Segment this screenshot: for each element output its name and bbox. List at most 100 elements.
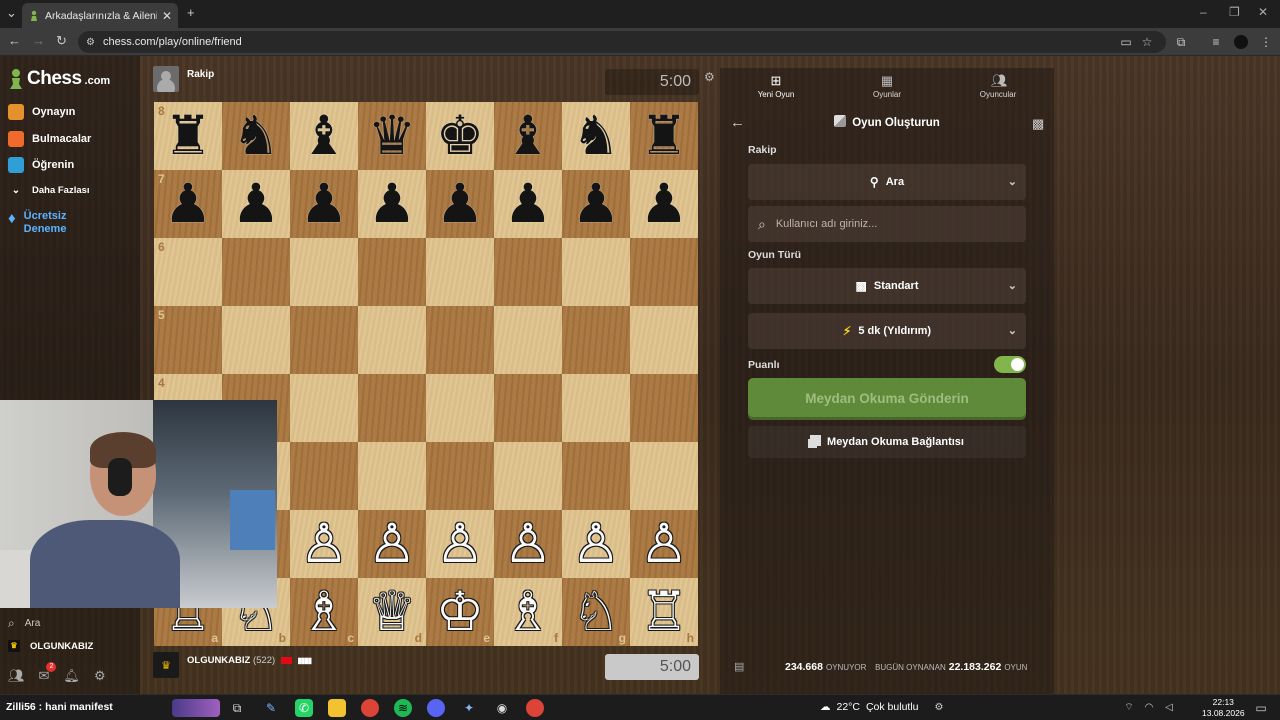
board-square-f3[interactable] [494, 442, 562, 510]
sidebar-item-learn[interactable]: Öğrenin [8, 157, 74, 173]
settings-gear-icon[interactable]: ⚙ [94, 668, 106, 684]
close-tab-icon[interactable]: ✕ [162, 9, 172, 23]
taskbar-clock[interactable]: 22:13 13.08.2026 [1202, 697, 1245, 719]
board-square-b6[interactable] [222, 238, 290, 306]
spotify-icon[interactable]: ≋ [394, 699, 412, 717]
black-knight-piece[interactable]: ♞ [232, 109, 280, 163]
white-king-piece[interactable]: ♔ [436, 585, 484, 639]
board-square-f8[interactable]: ♝ [494, 102, 562, 170]
board-square-e8[interactable]: ♚ [426, 102, 494, 170]
board-square-b7[interactable]: ♟ [222, 170, 290, 238]
challenge-link-button[interactable]: Meydan Okuma Bağlantısı [748, 426, 1026, 458]
white-pawn-piece[interactable]: ♙ [436, 517, 484, 571]
board-square-b5[interactable] [222, 306, 290, 374]
media-control-icon[interactable]: ≡ [1209, 35, 1223, 49]
white-rook-piece[interactable]: ♖ [640, 585, 688, 639]
board-square-e2[interactable]: ♙ [426, 510, 494, 578]
board-settings-gear-icon[interactable]: ⚙ [704, 70, 715, 84]
board-square-a7[interactable]: 7 ♟ [154, 170, 222, 238]
board-square-d3[interactable] [358, 442, 426, 510]
board-square-d2[interactable]: ♙ [358, 510, 426, 578]
black-bishop-piece[interactable]: ♝ [300, 109, 348, 163]
network-icon[interactable]: ⌔ [1120, 699, 1138, 717]
board-square-c7[interactable]: ♟ [290, 170, 358, 238]
black-king-piece[interactable]: ♚ [436, 109, 484, 163]
board-square-h1[interactable]: h ♖ [630, 578, 698, 646]
white-bishop-piece[interactable]: ♗ [504, 585, 552, 639]
board-square-g2[interactable]: ♙ [562, 510, 630, 578]
url-field[interactable]: ⚙ chess.com/play/online/friend [78, 31, 1166, 53]
board-square-e6[interactable] [426, 238, 494, 306]
bookmark-star-icon[interactable]: ☆ [1140, 35, 1154, 49]
board-square-c6[interactable] [290, 238, 358, 306]
board-view-icon[interactable]: ▩ [1032, 116, 1044, 132]
white-queen-piece[interactable]: ♕ [368, 585, 416, 639]
tray-icons[interactable]: ⚙ [930, 699, 948, 717]
chess-logo[interactable]: Chess .com [8, 68, 110, 90]
sidebar-item-more[interactable]: ⌄ Daha Fazlası [8, 185, 90, 196]
board-square-e4[interactable] [426, 374, 494, 442]
wifi-icon[interactable]: ◠ [1140, 699, 1158, 717]
board-square-e7[interactable]: ♟ [426, 170, 494, 238]
board-square-g5[interactable] [562, 306, 630, 374]
whatsapp-icon[interactable]: ✆ [295, 699, 313, 717]
profile-avatar-icon[interactable] [1234, 35, 1248, 49]
time-control-dropdown[interactable]: ⚡︎ 5 dk (Yıldırım) ⌄ [748, 313, 1026, 349]
widget-thumbnail-icon[interactable] [172, 699, 220, 717]
board-square-h3[interactable] [630, 442, 698, 510]
board-square-g8[interactable]: ♞ [562, 102, 630, 170]
app-icon[interactable]: ✦ [460, 699, 478, 717]
black-queen-piece[interactable]: ♛ [368, 109, 416, 163]
board-square-g1[interactable]: g ♘ [562, 578, 630, 646]
board-square-f7[interactable]: ♟ [494, 170, 562, 238]
tab-players[interactable]: 👥︎ Oyuncular [958, 74, 1038, 100]
board-square-a5[interactable]: 5 [154, 306, 222, 374]
forward-icon[interactable]: → [32, 33, 45, 48]
white-pawn-piece[interactable]: ♙ [640, 517, 688, 571]
board-square-c2[interactable]: ♙ [290, 510, 358, 578]
board-square-c8[interactable]: ♝ [290, 102, 358, 170]
board-square-d6[interactable] [358, 238, 426, 306]
back-icon[interactable]: ← [8, 33, 21, 48]
board-square-h6[interactable] [630, 238, 698, 306]
browser-tab[interactable]: Arkadaşlarınızla & Ailenizle Ücre ✕ [22, 3, 178, 28]
username-input[interactable] [775, 218, 1006, 230]
tab-games[interactable]: ▦ Oyunlar [847, 74, 927, 100]
white-bishop-piece[interactable]: ♗ [300, 585, 348, 639]
board-square-h4[interactable] [630, 374, 698, 442]
obs-icon[interactable]: ◉ [493, 699, 511, 717]
board-square-c3[interactable] [290, 442, 358, 510]
black-knight-piece[interactable]: ♞ [572, 109, 620, 163]
board-square-f5[interactable] [494, 306, 562, 374]
sidebar-search[interactable]: ⌕ Ara [8, 616, 40, 631]
opponent-dropdown[interactable]: ⚲ Ara ⌄ [748, 164, 1026, 200]
black-pawn-piece[interactable]: ♟ [300, 177, 348, 231]
tab-new-game[interactable]: ⊞ Yeni Oyun [736, 74, 816, 100]
board-square-a8[interactable]: 8 ♜ [154, 102, 222, 170]
board-square-h5[interactable] [630, 306, 698, 374]
close-window-icon[interactable]: ✕ [1258, 5, 1268, 19]
board-square-e5[interactable] [426, 306, 494, 374]
black-rook-piece[interactable]: ♜ [164, 109, 212, 163]
board-square-d8[interactable]: ♛ [358, 102, 426, 170]
black-pawn-piece[interactable]: ♟ [368, 177, 416, 231]
cast-icon[interactable]: ▭ [1119, 35, 1133, 49]
board-square-g3[interactable] [562, 442, 630, 510]
board-square-c5[interactable] [290, 306, 358, 374]
black-bishop-piece[interactable]: ♝ [504, 109, 552, 163]
board-square-d5[interactable] [358, 306, 426, 374]
board-square-f4[interactable] [494, 374, 562, 442]
board-square-a6[interactable]: 6 [154, 238, 222, 306]
board-square-d7[interactable]: ♟ [358, 170, 426, 238]
sidebar-item-puzzles[interactable]: Bulmacalar [8, 131, 91, 147]
black-pawn-piece[interactable]: ♟ [164, 177, 212, 231]
board-square-d4[interactable] [358, 374, 426, 442]
white-pawn-piece[interactable]: ♙ [368, 517, 416, 571]
black-pawn-piece[interactable]: ♟ [504, 177, 552, 231]
board-square-e3[interactable] [426, 442, 494, 510]
chat-icon[interactable]: ▤ [734, 660, 744, 673]
white-knight-piece[interactable]: ♘ [572, 585, 620, 639]
board-square-g4[interactable] [562, 374, 630, 442]
volume-icon[interactable]: ◁ [1160, 699, 1178, 717]
board-square-f1[interactable]: f ♗ [494, 578, 562, 646]
